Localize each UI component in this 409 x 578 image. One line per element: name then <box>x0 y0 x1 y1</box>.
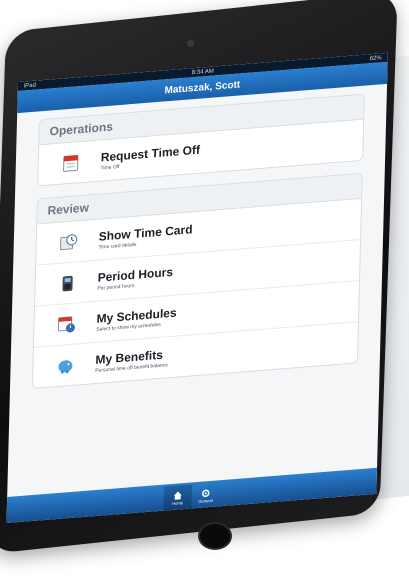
operations-group: Operations Request Time Off Time Off <box>37 93 365 187</box>
timeclock-icon <box>62 275 73 292</box>
tab-home[interactable]: Home <box>163 484 193 511</box>
page-title: Matuszak, Scott <box>164 78 241 96</box>
carrier-label: iPad <box>23 82 36 90</box>
home-button[interactable] <box>198 522 232 550</box>
piggy-bank-icon <box>58 360 73 374</box>
ipad-device: iPad 8:34 AM 62% Matuszak, Scott Operati… <box>0 0 409 578</box>
clock-icon <box>60 234 78 251</box>
schedule-icon <box>57 316 75 333</box>
battery-label: 62% <box>369 54 382 62</box>
tab-general[interactable]: General <box>191 482 220 508</box>
tab-home-label: Home <box>172 499 183 506</box>
review-group: Review Show Time Card Time card details <box>31 172 363 390</box>
camera-icon <box>187 40 194 47</box>
app-screen: iPad 8:34 AM 62% Matuszak, Scott Operati… <box>6 52 388 524</box>
menu-content: Operations Request Time Off Time Off Rev… <box>10 84 387 391</box>
calendar-icon <box>63 154 79 172</box>
tab-general-label: General <box>198 497 213 504</box>
status-time: 8:34 AM <box>191 68 214 76</box>
